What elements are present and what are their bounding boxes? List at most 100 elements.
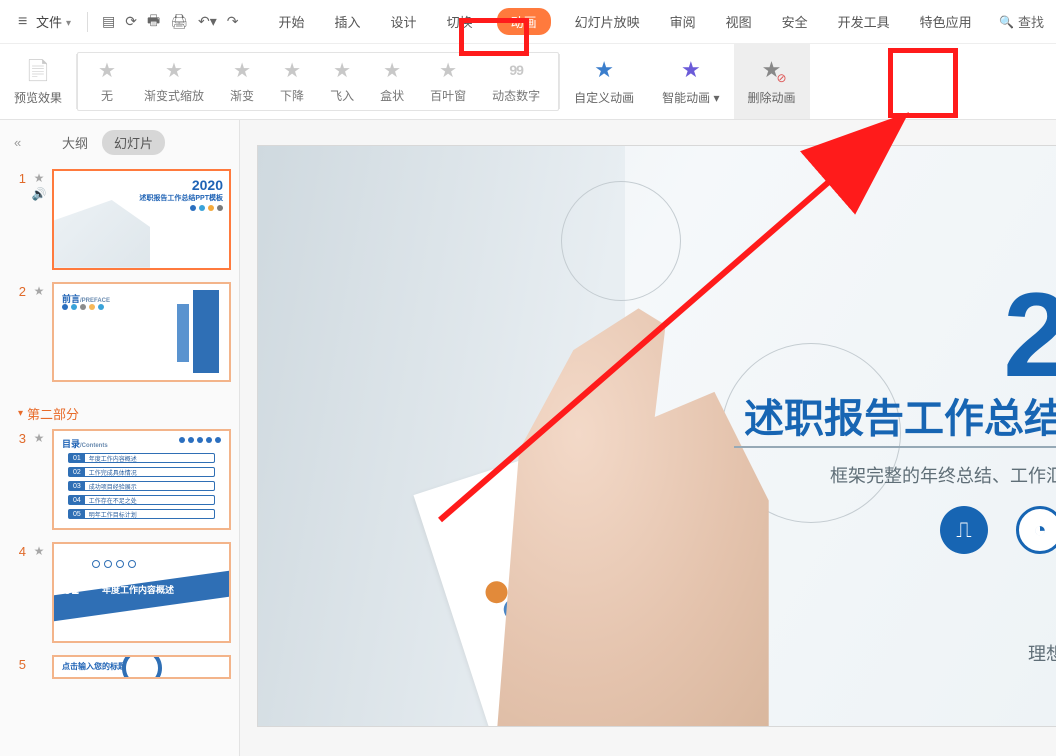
search-icon xyxy=(999,14,1014,29)
anim-box[interactable]: 盒状 xyxy=(380,59,404,104)
ribbon: 预览效果 无 渐变式缩放 渐变 下降 飞入 盒状 百叶窗 动态数字 自定义动画 … xyxy=(0,44,1056,120)
print-preview-icon[interactable]: 🖨 xyxy=(170,10,188,34)
animation-indicator-icon: ★ xyxy=(34,284,45,298)
save-icon[interactable]: ▤ xyxy=(102,10,115,34)
delete-animation-button[interactable]: 删除动画 xyxy=(734,44,810,119)
tab-insert[interactable]: 插入 xyxy=(329,8,367,35)
star-icon xyxy=(678,57,704,83)
slide-decor xyxy=(561,181,681,301)
slide-number: 4 xyxy=(8,542,26,559)
audio-indicator-icon: 🔊 xyxy=(32,187,47,201)
current-slide[interactable]: 2 述职报告工作总结 框架完整的年终总结、工作汇 ⎍ ◔ 理想 xyxy=(258,146,1056,726)
slide-thumbnail-3[interactable]: 目录/Contents 年度工作内容概述 工作完成具体情况 成功项目经验展示 工… xyxy=(52,429,231,530)
collapse-panel-icon[interactable] xyxy=(14,135,21,150)
slide-icon-row: ⎍ ◔ xyxy=(940,506,1056,554)
tab-review[interactable]: 审阅 xyxy=(664,8,702,35)
slide-panel: 大纲 幻灯片 1 ★🔊 2020 述职报告工作总结PPT模板 2 ★ 前言/PR… xyxy=(0,120,240,756)
animation-indicator-icon: ★ xyxy=(34,431,45,445)
slide-thumbnail-1[interactable]: 2020 述职报告工作总结PPT模板 xyxy=(52,169,231,270)
thumbnail-row[interactable]: 1 ★🔊 2020 述职报告工作总结PPT模板 xyxy=(8,169,231,270)
separator xyxy=(87,12,88,32)
anim-fadezoom[interactable]: 渐变式缩放 xyxy=(144,59,204,104)
hamburger-icon xyxy=(18,13,32,31)
outline-tab[interactable]: 大纲 xyxy=(62,133,88,152)
chevron-down-icon xyxy=(66,14,71,29)
star-icon xyxy=(231,59,253,81)
menu-bar: 文件 ▤ ⟳ 🖶 🖨 ↶▾ ↷ 开始 插入 设计 切换 动画 幻灯片放映 审阅 … xyxy=(0,0,1056,44)
anim-descend[interactable]: 下降 xyxy=(280,59,304,104)
print-icon[interactable]: 🖶 xyxy=(147,10,160,34)
smart-anim-label: 智能动画 ▾ xyxy=(662,89,719,106)
sync-icon[interactable]: ⟳ xyxy=(125,10,137,34)
slide-indicators: ★🔊 xyxy=(32,169,46,201)
animation-indicator-icon: ★ xyxy=(34,171,45,185)
workspace: 大纲 幻灯片 1 ★🔊 2020 述职报告工作总结PPT模板 2 ★ 前言/PR… xyxy=(0,120,1056,756)
smart-animation-button[interactable]: 智能动画 ▾ xyxy=(648,44,733,119)
preview-effect-button[interactable]: 预览效果 xyxy=(0,44,76,119)
slide-indicators: ★ xyxy=(32,542,46,558)
slide-canvas[interactable]: 2 述职报告工作总结 框架完整的年终总结、工作汇 ⎍ ◔ 理想 xyxy=(240,120,1056,756)
redo-icon[interactable]: ↷ xyxy=(227,10,239,34)
file-menu-label: 文件 xyxy=(36,12,62,31)
anim-flyin[interactable]: 飞入 xyxy=(330,59,354,104)
slide-thumbnail-4[interactable]: 01 年度工作内容概述 xyxy=(52,542,231,643)
number-icon xyxy=(505,59,527,81)
anim-none[interactable]: 无 xyxy=(96,59,118,104)
thumbnail-row[interactable]: 3 ★ 目录/Contents 年度工作内容概述 工作完成具体情况 成功项目经验… xyxy=(8,429,231,530)
undo-icon[interactable]: ↶▾ xyxy=(198,10,217,34)
star-icon xyxy=(331,59,353,81)
file-menu[interactable]: 文件 xyxy=(12,12,77,31)
slides-tab[interactable]: 幻灯片 xyxy=(102,130,165,155)
tab-devtools[interactable]: 开发工具 xyxy=(832,8,896,35)
thumbnail-row[interactable]: 4 ★ 01 年度工作内容概述 xyxy=(8,542,231,643)
slide-title: 述职报告工作总结 xyxy=(744,386,1056,444)
anim-blinds[interactable]: 百叶窗 xyxy=(430,59,466,104)
slide-number: 2 xyxy=(8,282,26,299)
star-icon xyxy=(591,57,617,83)
tab-design[interactable]: 设计 xyxy=(385,8,423,35)
chart-icon: ⎍ xyxy=(940,506,988,554)
star-icon xyxy=(437,59,459,81)
custom-anim-label: 自定义动画 xyxy=(574,89,634,106)
slide-decor xyxy=(734,446,1056,448)
slide-thumbnail-5[interactable]: 点击输入您的标题 xyxy=(52,655,231,679)
slide-indicators: ★ xyxy=(32,282,46,298)
star-icon xyxy=(281,59,303,81)
pie-icon: ◔ xyxy=(1016,506,1056,554)
slide-motto: 理想 xyxy=(1028,640,1056,666)
slide-number: 3 xyxy=(8,429,26,446)
preview-icon xyxy=(25,57,51,83)
search-button[interactable]: 查找 xyxy=(999,12,1044,31)
thumbnail-row[interactable]: 2 ★ 前言/PREFACE xyxy=(8,282,231,383)
delete-anim-label: 删除动画 xyxy=(748,89,796,106)
search-label: 查找 xyxy=(1018,12,1044,31)
slide-thumbnail-2[interactable]: 前言/PREFACE xyxy=(52,282,231,383)
star-delete-icon xyxy=(759,57,785,83)
custom-animation-button[interactable]: 自定义动画 xyxy=(560,44,648,119)
side-panel-tabs: 大纲 幻灯片 xyxy=(0,120,239,163)
tab-start[interactable]: 开始 xyxy=(273,8,311,35)
animation-gallery[interactable]: 无 渐变式缩放 渐变 下降 飞入 盒状 百叶窗 动态数字 xyxy=(77,52,559,111)
ribbon-tabs: 开始 插入 设计 切换 动画 幻灯片放映 审阅 视图 安全 开发工具 特色应用 xyxy=(273,8,978,35)
tab-transition[interactable]: 切换 xyxy=(441,8,479,35)
preview-label: 预览效果 xyxy=(14,89,62,106)
star-icon xyxy=(381,59,403,81)
tab-security[interactable]: 安全 xyxy=(776,8,814,35)
slide-year: 2 xyxy=(1003,266,1056,404)
slide-indicators xyxy=(32,655,46,657)
star-icon xyxy=(163,59,185,81)
tab-animation[interactable]: 动画 xyxy=(497,8,551,35)
section-header[interactable]: 第二部分 xyxy=(8,394,231,429)
anim-dynamicnum[interactable]: 动态数字 xyxy=(492,59,540,104)
tab-slideshow[interactable]: 幻灯片放映 xyxy=(569,8,646,35)
animation-indicator-icon: ★ xyxy=(34,544,45,558)
thumbnail-list[interactable]: 1 ★🔊 2020 述职报告工作总结PPT模板 2 ★ 前言/PREFACE xyxy=(0,163,239,756)
tab-view[interactable]: 视图 xyxy=(720,8,758,35)
thumbnail-row[interactable]: 5 点击输入您的标题 xyxy=(8,655,231,679)
anim-fade[interactable]: 渐变 xyxy=(230,59,254,104)
quick-access-toolbar: ▤ ⟳ 🖶 🖨 ↶▾ ↷ xyxy=(98,10,242,34)
slide-number: 5 xyxy=(8,655,26,672)
tab-special[interactable]: 特色应用 xyxy=(914,8,978,35)
star-icon xyxy=(96,59,118,81)
slide-indicators: ★ xyxy=(32,429,46,445)
